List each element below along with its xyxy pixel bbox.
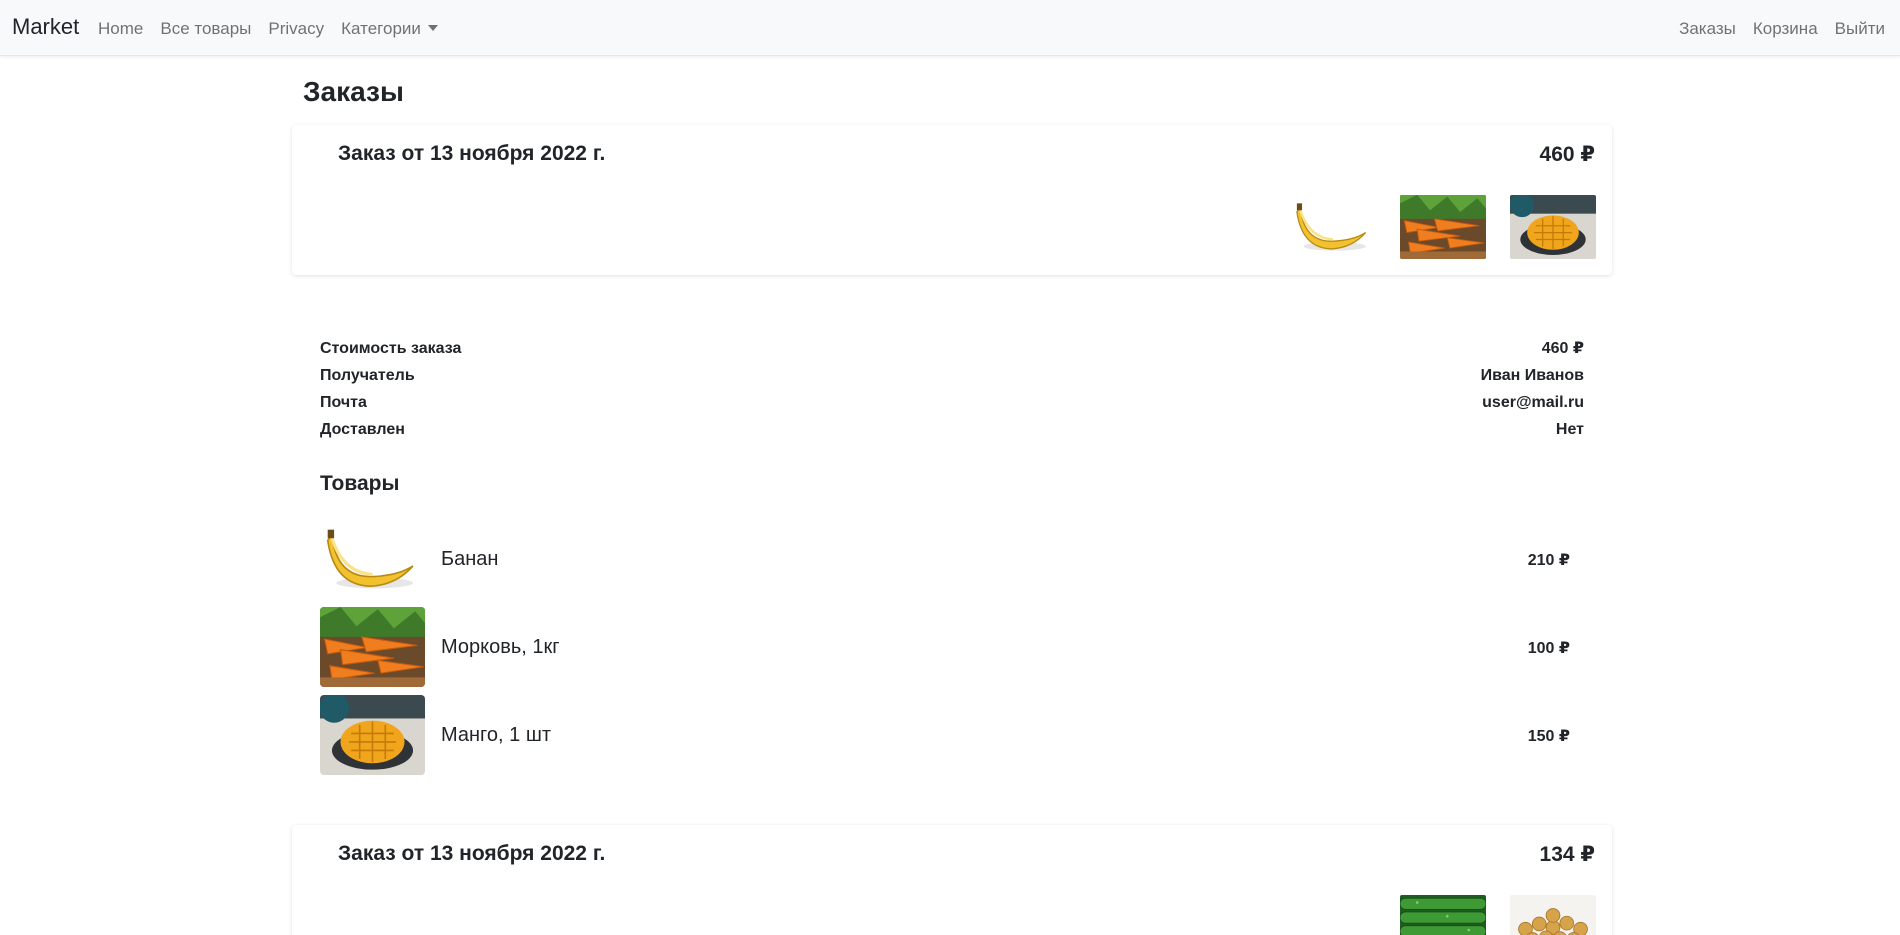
carrot-thumbnail [1400,195,1486,259]
brand-link[interactable]: Market [12,14,79,40]
mango-thumbnail [1510,195,1596,259]
detail-value: 460 ₽ [1541,340,1584,357]
nav-left: Home Все товары Privacy Категории [98,19,438,39]
detail-label: Почта [320,394,367,411]
mango-image [320,695,425,775]
detail-value: user@mail.ru [1482,394,1584,411]
cucumber-thumbnail [1400,895,1486,935]
nav-logout-link[interactable]: Выйти [1835,19,1885,39]
detail-value: Иван Иванов [1480,367,1584,384]
detail-value: Нет [1555,421,1584,438]
navbar: Market Home Все товары Privacy Категории… [0,0,1900,56]
nav-privacy-link[interactable]: Privacy [268,19,324,39]
order-title: Заказ от 13 ноября 2022 г. [338,142,606,165]
nav-home-link[interactable]: Home [98,19,143,39]
item-name: Морковь, 1кг [441,636,560,658]
carrot-image [320,607,425,687]
nav-orders-link[interactable]: Заказы [1679,19,1736,39]
item-price: 210 ₽ [1527,552,1570,569]
order-total: 460 ₽ [1539,143,1595,166]
item-price: 100 ₽ [1527,640,1570,657]
nav-categories-label: Категории [341,19,421,38]
detail-label: Стоимость заказа [320,340,462,357]
goods-title: Товары [320,472,400,495]
detail-label: Доставлен [320,421,405,438]
banana-image [320,519,425,599]
nav-all-products-link[interactable]: Все товары [160,19,251,39]
order-card[interactable]: Заказ от 13 ноября 2022 г. 134 ₽ [292,825,1612,935]
list-item: Банан 210 ₽ [320,519,1570,599]
order-thumbnails [1400,895,1596,935]
nav-cart-link[interactable]: Корзина [1753,19,1818,39]
detail-row-delivered: Доставлен Нет [320,419,1584,446]
order-thumbnails [1290,195,1596,259]
item-name: Банан [441,548,499,570]
list-item: Манго, 1 шт 150 ₽ [320,695,1570,775]
order-card[interactable]: Заказ от 13 ноября 2022 г. 460 ₽ [292,125,1612,275]
banana-thumbnail [1290,195,1376,259]
detail-row-cost: Стоимость заказа 460 ₽ [320,338,1584,365]
nav-categories-dropdown[interactable]: Категории [341,19,438,39]
order-title: Заказ от 13 ноября 2022 г. [338,842,606,865]
nuts-thumbnail [1510,895,1596,935]
caret-down-icon [427,25,438,31]
detail-row-email: Почта user@mail.ru [320,392,1584,419]
order-details: Стоимость заказа 460 ₽ Получатель Иван И… [320,338,1584,446]
item-name: Манго, 1 шт [441,724,552,746]
nav-right: Заказы Корзина Выйти [1679,19,1885,39]
list-item: Морковь, 1кг 100 ₽ [320,607,1570,687]
item-price: 150 ₽ [1527,728,1570,745]
page-title: Заказы [303,76,404,107]
detail-label: Получатель [320,367,415,384]
detail-row-recipient: Получатель Иван Иванов [320,365,1584,392]
order-total: 134 ₽ [1539,843,1595,866]
